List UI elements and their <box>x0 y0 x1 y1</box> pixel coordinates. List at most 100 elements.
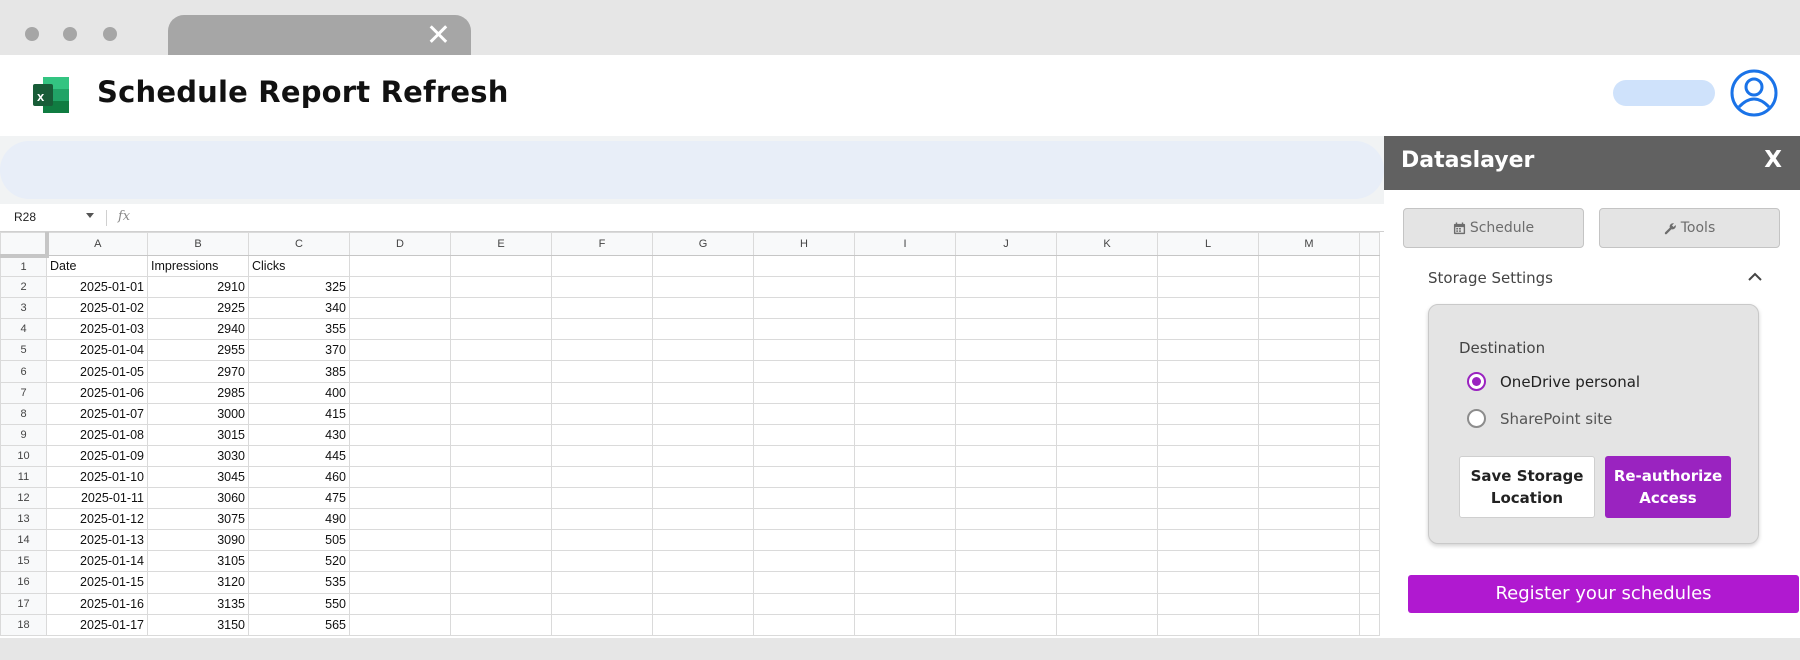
cell[interactable] <box>753 339 855 362</box>
cell[interactable]: 2025-01-16 <box>46 592 148 615</box>
row-number[interactable]: 1 <box>0 254 47 278</box>
cell[interactable] <box>1258 297 1360 320</box>
reauthorize-access-button[interactable]: Re-authorize Access <box>1605 456 1731 518</box>
cell[interactable] <box>1359 339 1380 362</box>
cell[interactable]: Impressions <box>147 254 249 278</box>
cell[interactable]: 3060 <box>147 487 249 510</box>
cell[interactable] <box>1359 444 1380 467</box>
cell[interactable] <box>349 297 451 320</box>
cell[interactable]: 355 <box>248 318 350 341</box>
column-header[interactable]: B <box>147 232 249 256</box>
cell[interactable] <box>652 276 754 299</box>
cell[interactable] <box>1056 444 1158 467</box>
cell[interactable] <box>1359 297 1380 320</box>
cell[interactable] <box>1258 444 1360 467</box>
row-number[interactable]: 10 <box>0 444 47 467</box>
cell[interactable] <box>551 339 653 362</box>
cell[interactable] <box>1056 529 1158 552</box>
column-header[interactable]: F <box>551 232 653 256</box>
cell[interactable]: 445 <box>248 444 350 467</box>
cell[interactable] <box>551 529 653 552</box>
cell[interactable] <box>1157 339 1259 362</box>
cell[interactable] <box>450 444 552 467</box>
user-avatar-icon[interactable] <box>1730 69 1778 117</box>
cell[interactable] <box>551 508 653 531</box>
cell[interactable] <box>854 276 956 299</box>
cell[interactable] <box>1157 465 1259 489</box>
tab-close-icon[interactable]: ✕ <box>426 21 451 51</box>
cell[interactable] <box>1056 465 1158 489</box>
cell[interactable] <box>1359 318 1380 341</box>
cell[interactable] <box>349 487 451 510</box>
cell[interactable] <box>854 487 956 510</box>
select-all-corner[interactable] <box>0 232 49 258</box>
cell[interactable] <box>349 254 451 278</box>
cell[interactable] <box>955 444 1057 467</box>
cell[interactable] <box>753 487 855 510</box>
cell[interactable] <box>551 487 653 510</box>
cell[interactable] <box>1258 423 1360 446</box>
cell[interactable] <box>1258 487 1360 510</box>
cell[interactable] <box>652 487 754 510</box>
cell[interactable] <box>450 381 552 404</box>
cell[interactable]: 2025-01-02 <box>46 297 148 320</box>
cell[interactable] <box>1258 254 1360 278</box>
cell[interactable] <box>551 613 653 636</box>
cell[interactable]: 2025-01-09 <box>46 444 148 467</box>
cell[interactable] <box>1157 444 1259 467</box>
cell[interactable] <box>1157 487 1259 510</box>
cell[interactable] <box>1359 381 1380 404</box>
panel-close-button[interactable]: X <box>1764 147 1782 173</box>
row-number[interactable]: 11 <box>0 465 47 489</box>
cell[interactable]: 2925 <box>147 297 249 320</box>
cell[interactable]: 2025-01-06 <box>46 381 148 404</box>
cell[interactable] <box>1359 508 1380 531</box>
cell[interactable] <box>450 423 552 446</box>
cell[interactable] <box>1056 613 1158 636</box>
row-number[interactable]: 18 <box>0 613 47 636</box>
cell[interactable] <box>753 508 855 531</box>
account-pill[interactable] <box>1613 80 1715 106</box>
cell[interactable] <box>349 339 451 362</box>
cell[interactable] <box>1157 381 1259 404</box>
cell[interactable]: 2940 <box>147 318 249 341</box>
cell[interactable] <box>854 339 956 362</box>
cell[interactable] <box>551 402 653 425</box>
cell[interactable] <box>652 529 754 552</box>
cell[interactable] <box>652 444 754 467</box>
cell[interactable] <box>349 423 451 446</box>
cell[interactable]: 3150 <box>147 613 249 636</box>
cell[interactable]: 2985 <box>147 381 249 404</box>
cell[interactable] <box>652 360 754 383</box>
save-storage-location-button[interactable]: Save Storage Location <box>1459 456 1595 518</box>
cell[interactable] <box>1157 613 1259 636</box>
cell[interactable] <box>1157 297 1259 320</box>
cell[interactable] <box>349 318 451 341</box>
cell[interactable] <box>551 381 653 404</box>
cell[interactable] <box>349 381 451 404</box>
cell[interactable]: 3075 <box>147 508 249 531</box>
cell[interactable] <box>1359 276 1380 299</box>
radio-sharepoint-site[interactable]: SharePoint site <box>1467 409 1612 428</box>
cell[interactable] <box>1258 465 1360 489</box>
column-header[interactable]: G <box>652 232 754 256</box>
cell[interactable] <box>753 276 855 299</box>
name-box-dropdown-icon[interactable] <box>86 213 94 218</box>
cell[interactable] <box>349 444 451 467</box>
cell[interactable]: 475 <box>248 487 350 510</box>
column-header[interactable]: E <box>450 232 552 256</box>
cell[interactable] <box>1056 571 1158 594</box>
cell[interactable] <box>854 529 956 552</box>
cell[interactable]: 3045 <box>147 465 249 489</box>
cell[interactable]: 2910 <box>147 276 249 299</box>
cell[interactable] <box>854 508 956 531</box>
cell[interactable] <box>1056 423 1158 446</box>
cell[interactable]: 2025-01-05 <box>46 360 148 383</box>
cell[interactable] <box>1359 592 1380 615</box>
cell[interactable] <box>753 402 855 425</box>
cell[interactable] <box>349 571 451 594</box>
cell[interactable]: 2025-01-07 <box>46 402 148 425</box>
cell[interactable] <box>1258 571 1360 594</box>
cell[interactable] <box>652 318 754 341</box>
cell[interactable] <box>1258 508 1360 531</box>
